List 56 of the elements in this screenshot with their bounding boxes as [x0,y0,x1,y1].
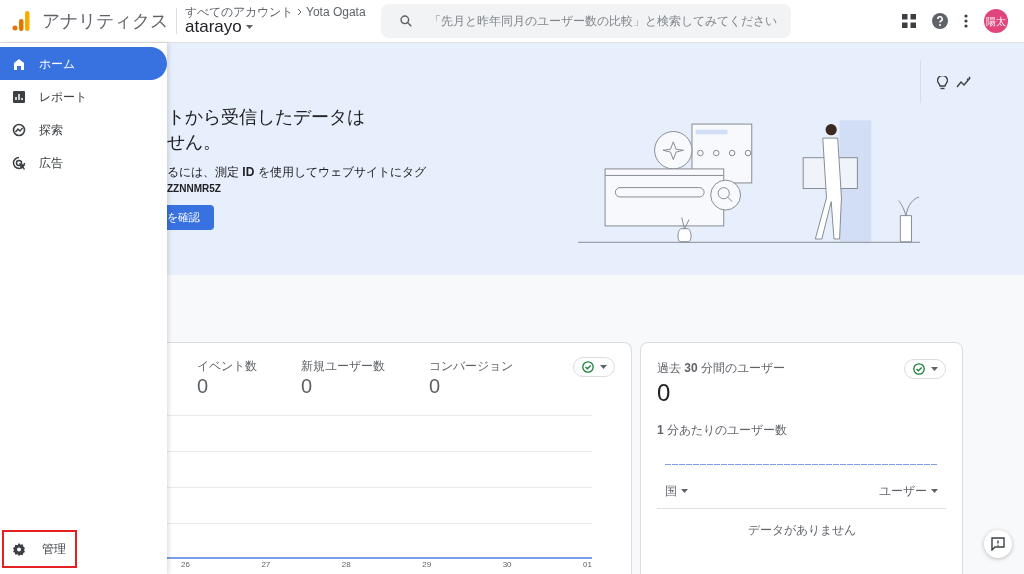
metric-label: コンバージョン [429,358,514,375]
axis-label: 27 [261,559,271,571]
column-header[interactable]: ユーザー [879,482,938,500]
more-menu-icon[interactable] [964,14,968,28]
analytics-logo-icon [12,11,30,31]
nav-item[interactable]: 広告 [0,146,167,179]
realtime-value: 0 [657,381,672,405]
feedback-icon[interactable] [983,530,1012,558]
check-circle-icon [912,363,925,375]
home-icon [12,56,26,71]
check-circle-icon [581,361,594,373]
search-icon [399,14,413,28]
axis-label: 28 [341,559,351,571]
nav-item[interactable]: ホーム [0,47,167,80]
caret-icon [931,489,938,493]
nav-item[interactable]: 探索 [0,113,167,146]
measurement-id: ZZNNMR5Z [167,182,222,196]
banner-title: トから受信したデータは [167,106,366,129]
caret-icon [245,25,253,29]
axis-label: 26 [181,559,190,571]
check-button[interactable]: を確認 [167,204,214,230]
metric-value: 0 [301,375,314,397]
caret-icon [599,365,607,369]
status-dropdown[interactable] [904,359,946,379]
user-avatar[interactable]: 陽太 [984,9,1008,33]
banner-text: るには、測定 ID を使用してウェブサイトにタグ [167,164,427,181]
nav-item[interactable]: レポート [0,80,167,113]
metric-label: 新規ユーザー数 [301,358,386,375]
empty-message: データがありません [747,523,856,537]
axis-label: 30 [502,559,512,571]
cursor-target-icon [12,155,26,170]
metric-value: 0 [429,375,442,397]
metric-value: 0 [197,375,210,397]
banner-title: せん。 [167,131,222,154]
help-icon[interactable] [932,13,948,29]
insights-icon[interactable] [956,76,972,88]
settings-icon [12,542,26,556]
admin-nav-item[interactable]: 管理 [2,530,77,568]
axis-label: 01 [583,559,592,571]
breadcrumb[interactable]: すべてのアカウント [185,5,293,18]
chevron-right-icon [297,7,302,16]
realtime-title: 過去 30 分間のユーザー [657,360,786,377]
axis-label: 29 [422,559,432,571]
lightbulb-icon[interactable] [937,76,948,90]
search-field[interactable]: 「先月と昨年同月のユーザー数の比較」と検索してみてください [381,4,791,38]
column-header[interactable]: 国 [665,482,688,500]
bar-chart-icon [12,89,26,104]
breadcrumb-account[interactable]: Yota Ogata [306,5,366,18]
caret-icon [681,489,688,493]
trend-circle-icon [12,122,26,137]
metric-label: イベント数 [197,358,258,375]
status-dropdown[interactable] [573,357,615,377]
app-title: アナリティクス [42,9,168,33]
caret-icon [930,367,938,371]
apps-icon[interactable] [902,14,916,28]
chart-subtitle: 1 分あたりのユーザー数 [657,422,789,439]
